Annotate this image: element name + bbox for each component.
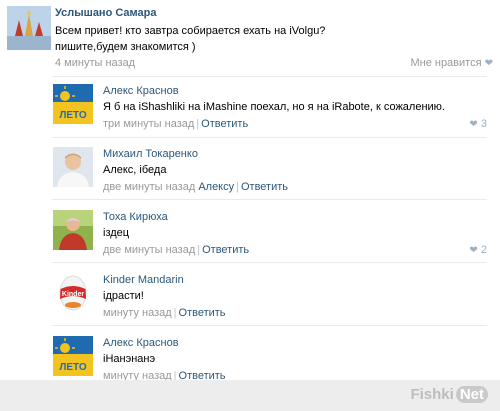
post-author-avatar[interactable] xyxy=(7,6,51,50)
heart-icon: ❤ xyxy=(469,119,478,130)
reply-button[interactable]: Ответить xyxy=(241,181,288,193)
comment-like-button[interactable]: ❤ 2 xyxy=(469,244,487,256)
comment-timestamp[interactable]: две минуты назад xyxy=(103,181,195,193)
watermark-bar: Fishki Net xyxy=(0,380,500,411)
comment-meta: две минуты назад | Ответить xyxy=(103,244,249,256)
divider xyxy=(52,199,487,200)
comment-timestamp[interactable]: две минуты назад xyxy=(103,244,195,256)
comment-avatar[interactable]: ЛЕТО xyxy=(53,84,93,124)
comment-author[interactable]: Kinder Mandarin xyxy=(103,274,184,286)
comment-text: Я б на iShashliki на iMashine поехал, но… xyxy=(103,101,445,113)
divider xyxy=(52,262,487,263)
comment-text: iНанэнанэ xyxy=(103,353,156,365)
reply-to-link[interactable]: Алексу xyxy=(198,181,234,193)
comment-avatar[interactable]: ЛЕТО xyxy=(53,336,93,376)
svg-text:ЛЕТО: ЛЕТО xyxy=(59,362,87,373)
comment-meta: две минуты назад Алексу | Ответить xyxy=(103,181,288,193)
like-count: 3 xyxy=(480,118,487,130)
comment-timestamp[interactable]: минуту назад xyxy=(103,307,172,319)
post-text-line-2: пишите,будем знакомится ) xyxy=(55,41,196,53)
meta-separator: | xyxy=(236,181,239,193)
post-timestamp[interactable]: 4 минуты назад xyxy=(55,57,135,69)
comment-avatar[interactable] xyxy=(53,147,93,187)
divider xyxy=(52,137,487,138)
reply-button[interactable]: Ответить xyxy=(202,244,249,256)
svg-text:ЛЕТО: ЛЕТО xyxy=(59,110,87,121)
reply-button[interactable]: Ответить xyxy=(201,118,248,130)
post-like-label: Мне нравится xyxy=(410,57,482,69)
reply-button[interactable]: Ответить xyxy=(179,307,226,319)
comment-like-button[interactable]: ❤ 3 xyxy=(469,118,487,130)
comment-avatar[interactable]: Kinder xyxy=(53,273,93,313)
comment-text: iздец xyxy=(103,227,130,239)
heart-icon: ❤ xyxy=(469,245,478,256)
comment-author[interactable]: Алекс Краснов xyxy=(103,85,179,97)
comment-text: iдрасти! xyxy=(103,290,144,302)
comment-timestamp[interactable]: три минуты назад xyxy=(103,118,194,130)
comment-author[interactable]: Алекс Краснов xyxy=(103,337,179,349)
like-count: 2 xyxy=(480,244,487,256)
comment-meta: минуту назад | Ответить xyxy=(103,307,226,319)
comment-author[interactable]: Михаил Токаренко xyxy=(103,148,198,160)
comment-author[interactable]: Тоха Кирюха xyxy=(103,211,168,223)
watermark-text: Fishki xyxy=(410,386,454,403)
post-like-button[interactable]: Мне нравится ❤ xyxy=(410,57,493,69)
divider xyxy=(52,76,487,77)
comment-meta: три минуты назад | Ответить xyxy=(103,118,248,130)
svg-text:Kinder: Kinder xyxy=(62,291,84,298)
comment-text: Алекс, iбеда xyxy=(103,164,167,176)
comment-avatar[interactable] xyxy=(53,210,93,250)
divider xyxy=(52,325,487,326)
post-text: Всем привет! кто завтра собирается ехать… xyxy=(55,23,325,55)
post-author-name[interactable]: Услышано Самара xyxy=(55,7,157,19)
watermark-logo: Fishki Net xyxy=(410,386,488,403)
meta-separator: | xyxy=(173,307,177,319)
watermark-badge: Net xyxy=(455,386,488,403)
heart-icon: ❤ xyxy=(484,58,493,69)
post-text-line-1: Всем привет! кто завтра собирается ехать… xyxy=(55,25,326,37)
